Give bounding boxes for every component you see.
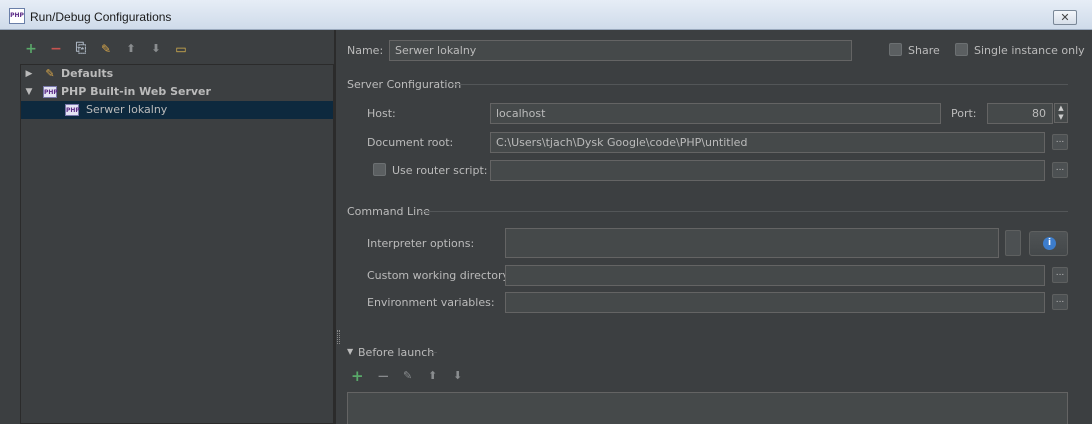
title-bar: PHP Run/Debug Configurations ✕ [0, 0, 1092, 30]
wrench-icon: ✎ [45, 67, 55, 80]
port-label: Port: [951, 107, 977, 120]
expand-text-icon[interactable] [1005, 230, 1021, 256]
edit-environment-variables-button[interactable]: ... [1052, 294, 1068, 310]
spinner-up-icon[interactable]: ▲ [1055, 104, 1067, 113]
collapse-arrow-icon[interactable]: ▼ [23, 83, 35, 101]
environment-variables-input[interactable] [505, 292, 1045, 313]
php-icon: PHP [43, 86, 58, 98]
close-button[interactable]: ✕ [1053, 10, 1077, 25]
edit-defaults-icon[interactable]: ✎ [97, 40, 115, 58]
document-root-input[interactable]: C:\Users\tjach\Dysk Google\code\PHP\unti… [490, 132, 1045, 153]
move-down-icon[interactable]: ⬇ [147, 40, 165, 58]
interpreter-options-label: Interpreter options: [367, 237, 475, 250]
document-root-label: Document root: [367, 136, 454, 149]
tree-item-label: Defaults [61, 67, 114, 80]
use-router-script-label: Use router script: [392, 164, 488, 177]
splitter-grip[interactable] [337, 330, 340, 344]
section-separator [420, 211, 1068, 212]
name-input[interactable]: Serwer lokalny [389, 40, 852, 61]
move-up-icon[interactable]: ⬆ [122, 40, 140, 58]
add-icon[interactable]: + [22, 40, 40, 58]
single-instance-label: Single instance only [974, 44, 1085, 57]
command-line-title: Command Line [347, 205, 430, 218]
server-configuration-title: Server Configuration [347, 78, 462, 91]
before-launch-title[interactable]: Before launch [358, 346, 434, 359]
info-icon: i [1043, 237, 1056, 250]
section-separator [430, 352, 437, 353]
share-label: Share [908, 44, 940, 57]
php-icon: PHP [65, 104, 80, 116]
window-title: Run/Debug Configurations [30, 10, 172, 24]
before-launch-move-down-icon[interactable]: ⬇ [453, 369, 462, 382]
before-launch-remove-icon[interactable]: − [377, 367, 390, 385]
configurations-tree[interactable]: ▶ ✎ Defaults ▼ PHP PHP Built-in Web Serv… [20, 64, 334, 424]
router-script-input[interactable] [490, 160, 1045, 181]
browse-router-script-button[interactable]: ... [1052, 162, 1068, 178]
custom-working-directory-label: Custom working directory: [367, 269, 512, 282]
section-separator [452, 84, 1068, 85]
tree-item-label: Serwer lokalny [86, 103, 168, 116]
phpstorm-app-icon: PHP [9, 8, 25, 24]
tree-item-php-built-in-web-server[interactable]: ▼ PHP PHP Built-in Web Server [21, 83, 333, 101]
tree-item-serwer-lokalny[interactable]: PHP Serwer lokalny [21, 101, 333, 119]
browse-working-directory-button[interactable]: ... [1052, 267, 1068, 283]
browse-document-root-button[interactable]: ... [1052, 134, 1068, 150]
before-launch-arrow-icon[interactable]: ▼ [347, 347, 353, 356]
folder-icon[interactable]: ▭ [172, 40, 190, 58]
before-launch-add-icon[interactable]: + [351, 367, 364, 385]
spinner-down-icon[interactable]: ▼ [1055, 113, 1067, 122]
panel-divider[interactable] [334, 30, 336, 424]
before-launch-edit-icon[interactable]: ✎ [403, 369, 412, 382]
info-button[interactable]: i [1029, 231, 1068, 256]
port-input[interactable]: 80 [987, 103, 1053, 124]
environment-variables-label: Environment variables: [367, 296, 495, 309]
interpreter-options-input[interactable] [505, 228, 999, 258]
name-label: Name: [347, 44, 384, 57]
port-spinner[interactable]: ▲ ▼ [1054, 103, 1068, 123]
tree-item-label: PHP Built-in Web Server [61, 85, 211, 98]
host-input[interactable]: localhost [490, 103, 941, 124]
remove-icon[interactable]: − [47, 40, 65, 58]
before-launch-task-list[interactable] [347, 392, 1068, 424]
expand-arrow-icon[interactable]: ▶ [23, 65, 35, 83]
share-checkbox[interactable] [889, 43, 902, 56]
use-router-script-checkbox[interactable] [373, 163, 386, 176]
host-label: Host: [367, 107, 396, 120]
before-launch-move-up-icon[interactable]: ⬆ [428, 369, 437, 382]
tree-item-defaults[interactable]: ▶ ✎ Defaults [21, 65, 333, 83]
custom-working-directory-input[interactable] [505, 265, 1045, 286]
configurations-panel: + − ⎘ ✎ ⬆ ⬇ ▭ ▶ ✎ Defaults ▼ PHP PHP Bui… [0, 30, 336, 424]
copy-icon[interactable]: ⎘ [72, 40, 90, 58]
single-instance-checkbox[interactable] [955, 43, 968, 56]
